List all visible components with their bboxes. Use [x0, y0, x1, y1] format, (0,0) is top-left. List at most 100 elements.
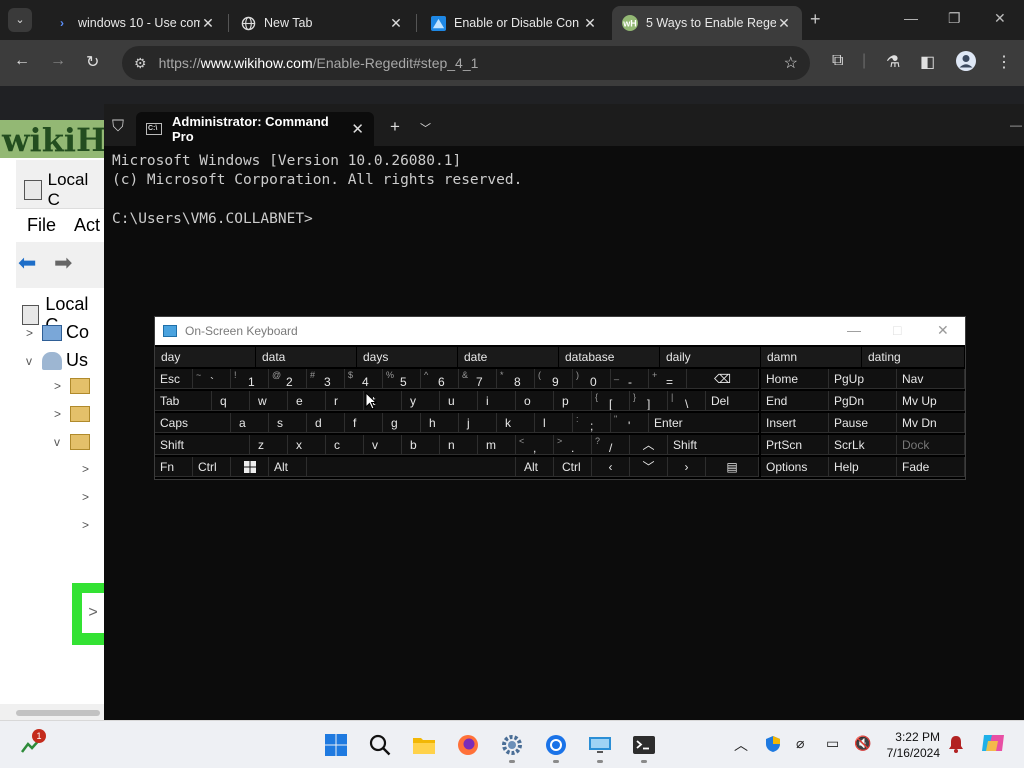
side-panel-icon[interactable]: ◧: [920, 52, 935, 72]
key-fade[interactable]: Fade: [897, 457, 965, 477]
on-screen-keyboard[interactable]: On-Screen Keyboard — □ ✕ day data days d…: [154, 316, 966, 480]
key-left-bracket[interactable]: {[: [592, 391, 630, 411]
display-icon[interactable]: ▭: [826, 735, 839, 752]
labs-flask-icon[interactable]: ⚗: [886, 52, 900, 72]
key-left-arrow[interactable]: ‹: [592, 457, 630, 477]
key-up-arrow[interactable]: ︿: [630, 435, 668, 455]
key-backslash[interactable]: | \: [668, 391, 706, 411]
key-l[interactable]: l: [535, 413, 573, 433]
key-nav[interactable]: Nav: [897, 369, 965, 389]
key-caps[interactable]: Caps: [155, 413, 231, 433]
key-del[interactable]: Del: [706, 391, 759, 411]
search-icon[interactable]: [368, 733, 392, 757]
key-mv-dn[interactable]: Mv Dn: [897, 413, 965, 433]
prediction-damn[interactable]: damn: [761, 347, 862, 367]
prediction-dating[interactable]: dating: [862, 347, 965, 367]
key-backspace[interactable]: ⌫: [687, 369, 759, 389]
settings-gear-icon[interactable]: [500, 733, 524, 763]
browser-tab-3[interactable]: Enable or Disable Con ✕: [420, 6, 608, 40]
key-e[interactable]: e: [288, 391, 326, 411]
key-w[interactable]: w: [250, 391, 288, 411]
key-c[interactable]: c: [326, 435, 364, 455]
key-2[interactable]: @2: [269, 369, 307, 389]
reload-icon[interactable]: ↻: [86, 52, 99, 72]
key-q[interactable]: q: [212, 391, 250, 411]
key-fn[interactable]: Fn: [155, 457, 193, 477]
tab-close-icon[interactable]: ✕: [776, 15, 792, 32]
key-menu[interactable]: ▤: [706, 457, 759, 477]
remote-desktop-icon[interactable]: [588, 733, 612, 763]
key-home[interactable]: Home: [761, 369, 829, 389]
firefox-icon[interactable]: [456, 733, 480, 757]
tab-search-button[interactable]: ⌄: [8, 8, 32, 32]
key-f[interactable]: f: [345, 413, 383, 433]
key-options[interactable]: Options: [761, 457, 829, 477]
new-terminal-tab-button[interactable]: +: [390, 117, 400, 137]
volume-muted-icon[interactable]: 🔇: [854, 735, 871, 752]
key-z[interactable]: z: [250, 435, 288, 455]
key-prtscn[interactable]: PrtScn: [761, 435, 829, 455]
browser-tab-4-active[interactable]: wH 5 Ways to Enable Regedit ✕: [612, 6, 802, 40]
close-icon[interactable]: ✕: [937, 322, 949, 339]
key-d[interactable]: d: [307, 413, 345, 433]
key-4[interactable]: $4: [345, 369, 383, 389]
prediction-daily[interactable]: daily: [660, 347, 761, 367]
key-x[interactable]: x: [288, 435, 326, 455]
tab-close-icon[interactable]: ✕: [388, 15, 404, 32]
address-bar[interactable]: ⚙ https://www.wikihow.com/Enable-Regedit…: [122, 46, 810, 80]
browser-tab-2[interactable]: New Tab ✕: [230, 6, 414, 40]
key-o[interactable]: o: [516, 391, 554, 411]
minimize-icon[interactable]: —: [904, 10, 918, 26]
terminal-icon[interactable]: [632, 733, 656, 763]
key-shift-right[interactable]: Shift: [668, 435, 759, 455]
key-down-arrow[interactable]: ﹀: [630, 457, 668, 477]
key-shift-left[interactable]: Shift: [155, 435, 250, 455]
key-pgdn[interactable]: PgDn: [829, 391, 897, 411]
key-3[interactable]: #3: [307, 369, 345, 389]
key-u[interactable]: u: [440, 391, 478, 411]
new-tab-button[interactable]: +: [810, 9, 821, 30]
key-ctrl-left[interactable]: Ctrl: [193, 457, 231, 477]
copilot-icon[interactable]: [980, 731, 1006, 758]
key-b[interactable]: b: [402, 435, 440, 455]
key-pgup[interactable]: PgUp: [829, 369, 897, 389]
prediction-days[interactable]: days: [357, 347, 458, 367]
key-i[interactable]: i: [478, 391, 516, 411]
prediction-date[interactable]: date: [458, 347, 559, 367]
key-equals[interactable]: + =: [649, 369, 687, 389]
tab-close-icon[interactable]: ✕: [200, 15, 216, 32]
prediction-day[interactable]: day: [155, 347, 256, 367]
key-mv-up[interactable]: Mv Up: [897, 391, 965, 411]
key-esc[interactable]: Esc: [155, 369, 193, 389]
key-comma[interactable]: <,: [516, 435, 554, 455]
key-k[interactable]: k: [497, 413, 535, 433]
start-button[interactable]: [324, 733, 348, 757]
profile-avatar-icon[interactable]: [955, 50, 977, 77]
horizontal-scrollbar[interactable]: [0, 704, 104, 720]
key-0[interactable]: ) 0: [573, 369, 611, 389]
key-alt-left[interactable]: Alt: [269, 457, 307, 477]
key-period[interactable]: >.: [554, 435, 592, 455]
key-minus[interactable]: _ -: [611, 369, 649, 389]
key-pause[interactable]: Pause: [829, 413, 897, 433]
terminal-output[interactable]: Microsoft Windows [Version 10.0.26080.1]…: [112, 152, 522, 230]
network-disconnected-icon[interactable]: ⌀: [796, 735, 804, 752]
key-8[interactable]: * 8: [497, 369, 535, 389]
site-info-icon[interactable]: ⚙: [134, 55, 147, 72]
maximize-icon[interactable]: ❐: [948, 10, 961, 27]
key-scrlk[interactable]: ScrLk: [829, 435, 897, 455]
key-windows[interactable]: [231, 457, 269, 477]
terminal-tab[interactable]: C:\ Administrator: Command Pro ✕: [136, 112, 374, 146]
security-shield-icon[interactable]: [764, 735, 782, 756]
system-clock[interactable]: 3:22 PM 7/16/2024: [880, 729, 940, 761]
key-1[interactable]: ! 1: [231, 369, 269, 389]
key-ctrl-right[interactable]: Ctrl: [554, 457, 592, 477]
bookmark-star-icon[interactable]: ☆: [784, 53, 798, 73]
tab-close-icon[interactable]: ✕: [351, 120, 364, 138]
minimize-icon[interactable]: —: [847, 322, 861, 338]
key-slash[interactable]: ? /: [592, 435, 630, 455]
key-end[interactable]: End: [761, 391, 829, 411]
key-7[interactable]: & 7: [459, 369, 497, 389]
forward-arrow-icon[interactable]: →: [50, 52, 66, 70]
tab-close-icon[interactable]: ✕: [582, 15, 598, 32]
